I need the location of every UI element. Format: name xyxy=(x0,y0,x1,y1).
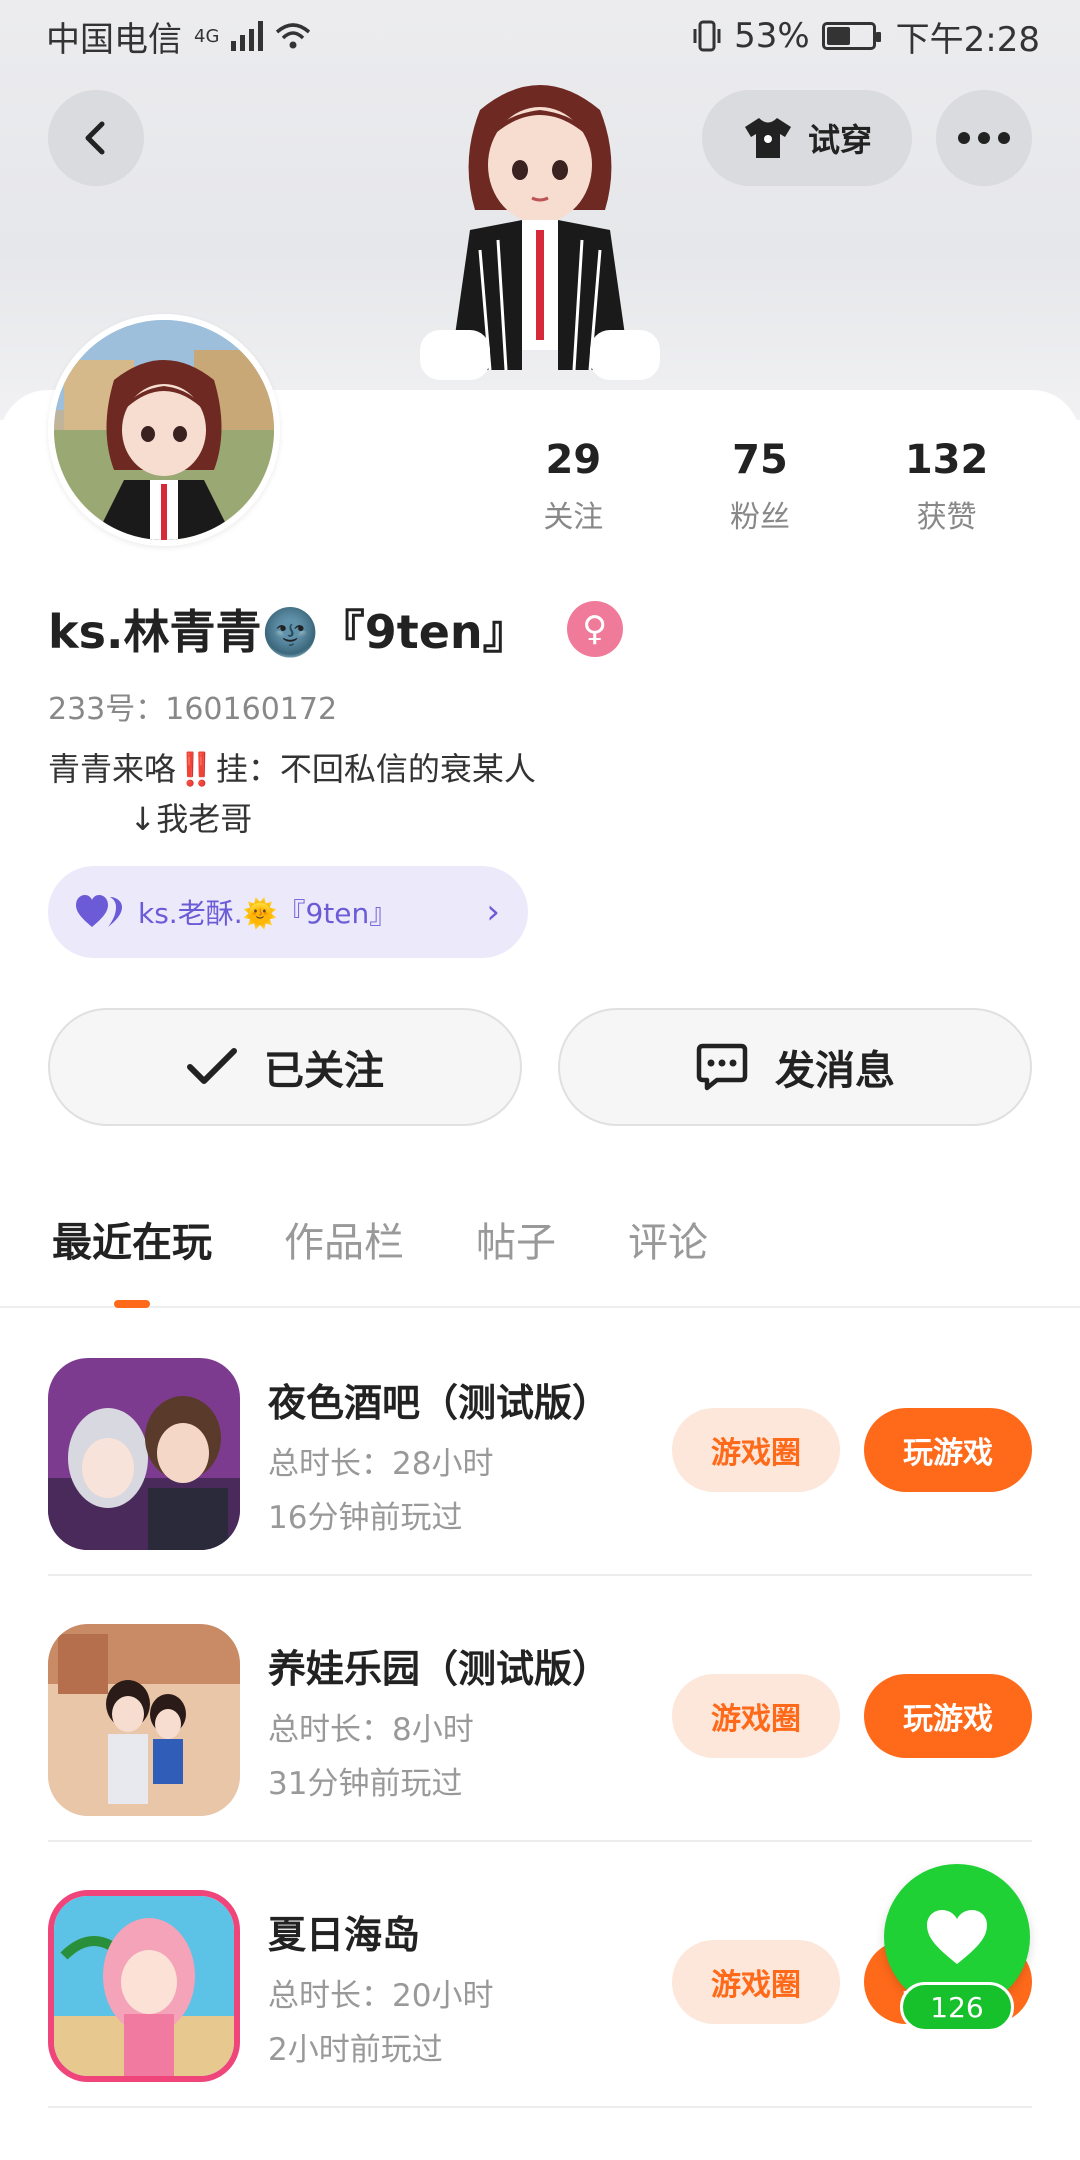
profile-tabs: 最近在玩 作品栏 帖子 评论 xyxy=(0,1200,1080,1308)
chat-bubble-icon xyxy=(696,1043,748,1091)
double-heart-icon xyxy=(76,895,122,927)
send-message-button[interactable]: 发消息 xyxy=(558,1008,1032,1126)
stat-value: 29 xyxy=(545,437,602,483)
profile-avatar[interactable] xyxy=(48,314,280,546)
stat-label: 获赞 xyxy=(916,500,977,535)
game-title: 夏日海岛 xyxy=(268,1913,421,1957)
network-label: 4G xyxy=(194,25,220,47)
tab-works[interactable]: 作品栏 xyxy=(284,1200,404,1308)
battery-icon xyxy=(821,22,881,50)
try-on-button[interactable]: 试穿 xyxy=(702,90,912,186)
avatar-image xyxy=(54,320,274,540)
floating-like-button[interactable]: 126 xyxy=(884,1864,1030,2032)
gender-female-icon: ♀ xyxy=(566,601,623,657)
tab-posts[interactable]: 帖子 xyxy=(476,1200,556,1308)
game-info: 夜色酒吧（测试版） 总时长：28小时 16分钟前玩过 xyxy=(268,1372,610,1545)
carrier-label: 中国电信 xyxy=(46,19,182,60)
user-bio: 青青来咯‼️挂：不回私信的衰某人 ↓我老哥 xyxy=(48,750,536,838)
game-circle-button[interactable]: 游戏圈 xyxy=(672,1674,840,1758)
status-bar: 中国电信 4G 53% 下午2:28 xyxy=(0,0,1080,72)
status-right: 53% 下午2:28 xyxy=(692,12,1040,61)
game-last-played: 2小时前玩过 xyxy=(268,2032,443,2068)
stat-value: 75 xyxy=(732,437,788,483)
tab-recently-played[interactable]: 最近在玩 xyxy=(52,1200,212,1308)
stat-likes[interactable]: 132 获赞 xyxy=(853,430,1040,536)
stat-value: 132 xyxy=(904,437,989,483)
game-list-item[interactable]: 养娃乐园（测试版） 总时长：8小时 31分钟前玩过 游戏圈 玩游戏 xyxy=(48,1576,1032,1842)
relation-label: ks.老酥.🌞『9ten』 xyxy=(138,897,398,930)
followed-button[interactable]: 已关注 xyxy=(48,1008,522,1126)
game-icon-baby-park[interactable] xyxy=(48,1624,240,1816)
chevron-right-icon: › xyxy=(486,892,500,932)
game-info: 养娃乐园（测试版） 总时长：8小时 31分钟前玩过 xyxy=(268,1638,610,1811)
stat-following[interactable]: 29 关注 xyxy=(480,430,667,536)
game-icon-night-bar[interactable] xyxy=(48,1358,240,1550)
like-count: 126 xyxy=(900,1982,1014,2032)
followed-label: 已关注 xyxy=(264,1048,384,1094)
play-game-button[interactable]: 玩游戏 xyxy=(864,1674,1032,1758)
game-info: 夏日海岛 总时长：20小时 2小时前玩过 xyxy=(268,1904,493,2077)
back-arrow-icon xyxy=(85,121,105,155)
more-dots-icon xyxy=(958,132,1010,144)
game-circle-button[interactable]: 游戏圈 xyxy=(672,1408,840,1492)
game-total-time: 总时长：28小时 xyxy=(268,1446,494,1482)
stat-followers[interactable]: 75 粉丝 xyxy=(667,430,854,536)
game-last-played: 16分钟前玩过 xyxy=(268,1500,463,1536)
avatar-character-figure xyxy=(420,85,660,380)
game-icon-summer-island[interactable] xyxy=(48,1890,240,2082)
wifi-icon xyxy=(276,23,311,49)
game-last-played: 31分钟前玩过 xyxy=(268,1766,463,1802)
game-title: 养娃乐园（测试版） xyxy=(268,1647,611,1691)
back-button[interactable] xyxy=(48,90,144,186)
shirt-icon xyxy=(744,118,791,158)
game-title: 夜色酒吧（测试版） xyxy=(268,1381,611,1425)
signal-icon xyxy=(231,21,264,51)
username: ks.林青青🌚『9ten』 xyxy=(48,605,529,659)
profile-stats: 29 关注 75 粉丝 132 获赞 xyxy=(480,430,1040,536)
game-total-time: 总时长：20小时 xyxy=(268,1978,494,2014)
play-game-button[interactable]: 玩游戏 xyxy=(864,1408,1032,1492)
game-list-item[interactable]: 夜色酒吧（测试版） 总时长：28小时 16分钟前玩过 游戏圈 玩游戏 xyxy=(48,1310,1032,1576)
heart-icon xyxy=(927,1910,987,1964)
send-message-label: 发消息 xyxy=(775,1048,895,1094)
checkmark-icon xyxy=(187,1048,237,1084)
more-options-button[interactable] xyxy=(936,90,1032,186)
stat-label: 关注 xyxy=(543,500,604,535)
game-total-time: 总时长：8小时 xyxy=(268,1712,474,1748)
user-id: 233号：160160172 xyxy=(48,692,338,727)
name-row: ks.林青青🌚『9ten』 ♀ xyxy=(48,596,623,662)
battery-percent: 53% xyxy=(734,16,810,56)
relation-chip[interactable]: ks.老酥.🌞『9ten』 › xyxy=(48,866,528,958)
tab-comments[interactable]: 评论 xyxy=(628,1200,708,1308)
vibrate-icon xyxy=(693,20,721,52)
clock: 下午2:28 xyxy=(895,19,1040,60)
stat-label: 粉丝 xyxy=(729,500,790,535)
try-on-label: 试穿 xyxy=(807,121,872,159)
status-left: 中国电信 4G xyxy=(46,12,311,61)
game-circle-button[interactable]: 游戏圈 xyxy=(672,1940,840,2024)
